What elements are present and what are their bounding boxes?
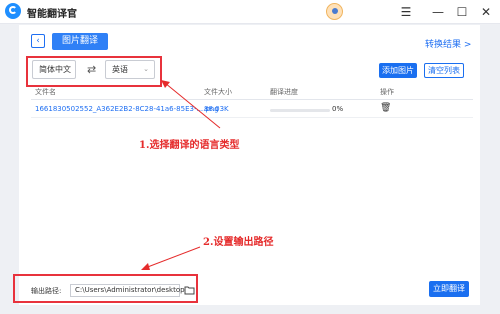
column-header: 翻译进度 [270, 88, 298, 96]
table-header: 文件名 文件大小 翻译进度 操作 [31, 86, 473, 100]
app-logo-icon [5, 3, 21, 19]
output-path-label: 输出路径: [31, 287, 62, 295]
convert-result-link[interactable]: 转换结果 > [425, 37, 471, 50]
title-bar: 智能翻译官 ☰ — ☐ ✕ [0, 0, 500, 24]
close-icon[interactable]: ✕ [478, 4, 494, 20]
language-highlight-box [26, 56, 162, 87]
app-title: 智能翻译官 [27, 9, 77, 20]
add-image-button[interactable]: 添加图片 [379, 63, 417, 78]
main-panel: ‹ 图片翻译 转换结果 > 简体中文 ⌄ ⇄ 英语 ⌄ 添加图片 清空列表 文件… [19, 25, 480, 305]
folder-icon[interactable] [184, 285, 195, 295]
minimize-icon[interactable]: — [430, 4, 446, 20]
maximize-icon[interactable]: ☐ [454, 4, 470, 20]
file-size: 88.03K [204, 105, 229, 113]
progress-text: 0% [332, 105, 344, 113]
clear-list-button[interactable]: 清空列表 [424, 63, 464, 78]
chevron-left-icon: ‹ [36, 36, 40, 46]
trash-icon[interactable]: 🗑 [380, 103, 391, 114]
column-header: 操作 [380, 88, 394, 96]
file-name[interactable]: 1661830502552_A362E2B2-8C28-41a6-85E3-..… [35, 105, 219, 113]
tab-image-translate[interactable]: 图片翻译 [52, 33, 108, 50]
app-window: 智能翻译官 ☰ — ☐ ✕ ‹ 图片翻译 转换结果 > 简体中文 ⌄ ⇄ 英语 … [0, 0, 500, 314]
progress-bar [270, 109, 330, 112]
back-button[interactable]: ‹ [31, 34, 45, 48]
translate-now-button[interactable]: 立即翻译 [429, 281, 469, 297]
annotation-step-2: 2.设置输出路径 [203, 237, 274, 248]
annotation-step-1: 1.选择翻译的语言类型 [139, 140, 240, 151]
user-avatar[interactable] [326, 3, 343, 20]
output-path-input[interactable]: C:\Users\Administrator\desktop [70, 284, 185, 297]
column-header: 文件大小 [204, 88, 232, 96]
menu-icon[interactable]: ☰ [398, 4, 414, 20]
column-header: 文件名 [35, 88, 56, 96]
table-row: 1661830502552_A362E2B2-8C28-41a6-85E3-..… [31, 101, 473, 118]
